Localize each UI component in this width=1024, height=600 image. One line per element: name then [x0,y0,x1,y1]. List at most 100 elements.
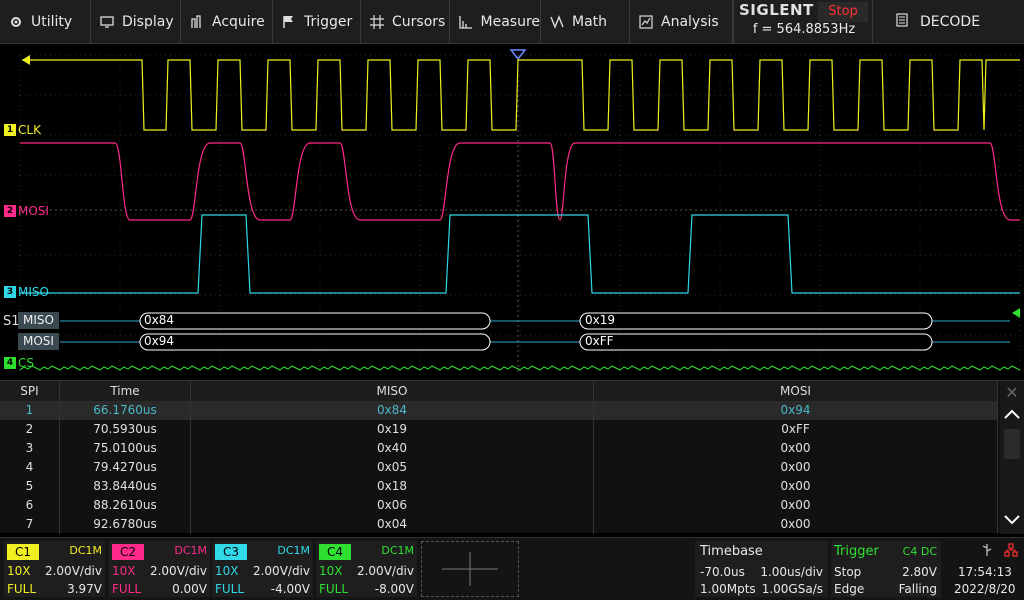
brand-panel: SIGLENT Stop f = 564.8853Hz [733,0,873,44]
c3-level-marker[interactable]: 3 [4,286,16,298]
channel-coupling: DC1M [277,544,310,557]
trigger-flag-icon [281,14,297,30]
bus-frame-box [139,312,491,330]
cell-miso: 0x06 [191,496,594,515]
channel-probe: 10X [112,564,136,578]
status-bar: C1 DC1M 10X 2.00V/div FULL 3.97V C2 DC1M… [0,537,1024,600]
channel-probe: 10X [215,564,239,578]
close-table-icon[interactable]: ✕ [1000,381,1024,403]
bus-frame-box [579,333,933,351]
decode-list-icon [896,13,908,31]
channel-coupling: DC1M [69,544,102,557]
clock-panel: 17:54:13 2022/8/20 [944,541,1024,597]
cell-idx: 4 [0,458,60,477]
channel-4-settings[interactable]: C4 DC1M 10X 2.00V/div FULL -8.00V [316,541,417,597]
cell-mosi: 0xFF [594,420,998,439]
menu-math[interactable]: Math [541,0,630,44]
c2-level-marker[interactable]: 2 [4,205,16,217]
scroll-up-icon[interactable] [1000,403,1024,425]
channel-2-settings[interactable]: C2 DC1M 10X 2.00V/div FULL 0.00V [109,541,210,597]
waveform-display[interactable]: 1 CLK 2 MOSI 3 MISO 4 CS S1 MISO MOSI 0x… [0,45,1024,375]
scroll-down-icon[interactable] [1000,509,1024,531]
header-mosi[interactable]: MOSI [594,381,998,401]
mosi-trace [20,142,1020,221]
channel-coupling: DC1M [174,544,207,557]
trigger-level: 2.80V [902,565,937,579]
trigger-position-icon[interactable] [509,49,527,61]
decode-label: DECODE [920,14,981,30]
bus-miso-frame[interactable]: 0x84 [144,313,174,327]
scroll-thumb[interactable] [1004,429,1020,459]
menu-analysis[interactable]: Analysis [630,0,733,44]
bus-mosi-label: MOSI [18,333,59,350]
timebase-sample-rate: 1.00GSa/s [761,582,823,596]
menu-acquire[interactable]: Acquire [181,0,273,44]
table-row[interactable]: 3 75.0100us 0x40 0x00 [0,439,998,458]
header-time[interactable]: Time [60,381,191,401]
header-miso[interactable]: MISO [191,381,594,401]
plus-icon [442,552,498,586]
bus-mosi-frame[interactable]: 0x94 [144,334,174,348]
trigger-panel[interactable]: Trigger C4 DC Stop 2.80V Edge Falling [831,541,941,597]
menu-display-label: Display [122,14,174,30]
menu-trigger-label: Trigger [304,14,353,30]
network-icon [1004,543,1018,560]
c4-level-marker[interactable]: 4 [4,357,16,369]
add-channel-slot[interactable] [421,541,519,597]
trigger-title: Trigger [834,544,879,559]
channel-3-settings[interactable]: C3 DC1M 10X 2.00V/div FULL -4.00V [212,541,313,597]
table-row[interactable]: 1 66.1760us 0x84 0x94 [0,401,998,420]
channel-scale: 2.00V/div [44,564,102,578]
channel-probe: 10X [7,564,31,578]
cell-time: 75.0100us [60,439,191,458]
cell-time: 79.4270us [60,458,191,477]
table-scrollbar[interactable]: ✕ [1000,381,1024,534]
table-row[interactable]: 6 88.2610us 0x06 0x00 [0,496,998,515]
bus-miso-frame[interactable]: 0x19 [585,313,615,327]
timebase-scale: 1.00us/div [760,565,823,579]
channel-scale: 2.00V/div [356,564,414,578]
decode-button[interactable]: DECODE [888,0,1024,44]
table-row[interactable]: 7 92.6780us 0x04 0x00 [0,515,998,534]
channel-bandwidth: FULL [215,582,245,596]
table-row[interactable]: 5 83.8440us 0x18 0x00 [0,477,998,496]
cell-idx: 1 [0,401,60,420]
menu-display[interactable]: Display [91,0,181,44]
timebase-panel[interactable]: Timebase -70.0us 1.00us/div 1.00Mpts 1.0… [695,541,828,597]
math-icon [549,14,565,30]
menu-cursors[interactable]: Cursors [361,0,450,44]
cell-miso: 0x04 [191,515,594,534]
channel-offset: 3.97V [67,582,102,596]
analysis-icon [638,14,654,30]
trigger-slope: Falling [898,582,937,596]
menu-measure[interactable]: Measure [450,0,541,44]
menu-cursors-label: Cursors [392,14,446,30]
menu-utility-label: Utility [31,14,73,30]
decode-table: SPI Time MISO MOSI 1 66.1760us 0x84 0x94 2 70… [0,380,1024,534]
cell-miso: 0x84 [191,401,594,420]
decode-table-header: SPI Time MISO MOSI [0,381,998,401]
run-state-badge[interactable]: Stop [818,2,868,22]
cell-mosi: 0x94 [594,401,998,420]
brand-logo: SIGLENT [739,1,814,19]
cell-time: 70.5930us [60,420,191,439]
c1-level-marker[interactable]: 1 [4,124,16,136]
bus-mosi-frame[interactable]: 0xFF [585,334,614,348]
cell-mosi: 0x00 [594,515,998,534]
header-spi[interactable]: SPI [0,381,60,401]
cell-idx: 2 [0,420,60,439]
clock-date: 2022/8/20 [954,582,1016,596]
menu-trigger[interactable]: Trigger [273,0,361,44]
menu-utility[interactable]: Utility [0,0,91,44]
cell-miso: 0x19 [191,420,594,439]
table-row[interactable]: 2 70.5930us 0x19 0xFF [0,420,998,439]
c4-trigger-level-icon[interactable] [1012,308,1020,318]
timebase-delay: -70.0us [700,565,745,579]
acquire-icon [189,14,205,30]
channel-1-settings[interactable]: C1 DC1M 10X 2.00V/div FULL 3.97V [4,541,105,597]
clk-channel-label: CLK [18,123,41,137]
channel-bandwidth: FULL [7,582,37,596]
menu-acquire-label: Acquire [212,14,265,30]
cell-mosi: 0x00 [594,439,998,458]
table-row[interactable]: 4 79.4270us 0x05 0x00 [0,458,998,477]
